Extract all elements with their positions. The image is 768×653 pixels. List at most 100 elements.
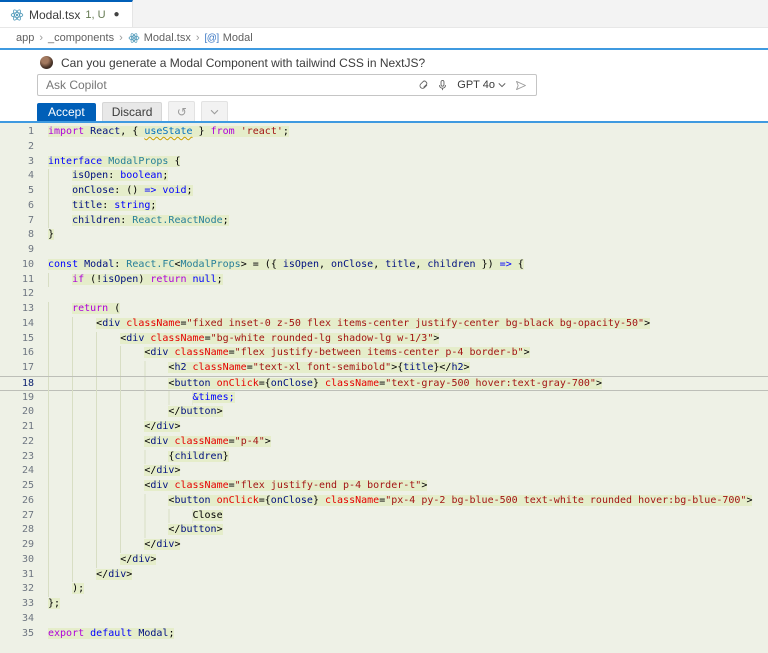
line-number[interactable]: 30: [0, 553, 34, 568]
line-number[interactable]: 29: [0, 538, 34, 553]
line-number[interactable]: 23: [0, 450, 34, 465]
line-number[interactable]: 2: [0, 140, 34, 155]
code-token: >: [174, 421, 180, 432]
line-number[interactable]: 12: [0, 287, 34, 302]
line-number[interactable]: 26: [0, 494, 34, 509]
line-number[interactable]: 3: [0, 155, 34, 170]
line-number[interactable]: 31: [0, 568, 34, 583]
modified-dot-icon[interactable]: ●: [114, 10, 120, 20]
breadcrumb-item-components[interactable]: _components: [48, 32, 114, 44]
code-line[interactable]: 17<h2 className="text-xl font-semibold">…: [0, 361, 768, 376]
code-line[interactable]: 32);: [0, 582, 768, 597]
line-number[interactable]: 14: [0, 317, 34, 332]
code-line[interactable]: 22<div className="p-4">: [0, 435, 768, 450]
code-line[interactable]: 10const Modal: React.FC<ModalProps> = ({…: [0, 258, 768, 273]
code-line[interactable]: 28</button>: [0, 523, 768, 538]
code-line[interactable]: 4isOpen: boolean;: [0, 169, 768, 184]
code-line[interactable]: 20</button>: [0, 405, 768, 420]
code-token: "p-4": [235, 436, 265, 447]
discard-button[interactable]: Discard: [102, 102, 163, 123]
line-number[interactable]: 1: [0, 125, 34, 140]
breadcrumb-item-modal-tsx[interactable]: Modal.tsx: [128, 32, 191, 44]
line-number[interactable]: 33: [0, 597, 34, 612]
code-line[interactable]: 6title: string;: [0, 199, 768, 214]
attach-icon[interactable]: [414, 76, 433, 94]
line-number[interactable]: 15: [0, 332, 34, 347]
line-number[interactable]: 24: [0, 464, 34, 479]
inserted-code-span: <div className="flex justify-between ite…: [144, 347, 529, 358]
code-line[interactable]: 19&times;: [0, 391, 768, 406]
code-line[interactable]: 27Close: [0, 509, 768, 524]
line-number[interactable]: 7: [0, 214, 34, 229]
code-line[interactable]: 23{children}: [0, 450, 768, 465]
code-token: >: [217, 406, 223, 417]
line-number[interactable]: 6: [0, 199, 34, 214]
code-area[interactable]: 1import React, { useState } from 'react'…: [0, 123, 768, 653]
code-token: title: [385, 259, 415, 270]
code-line[interactable]: 26<button onClick={onClose} className="p…: [0, 494, 768, 509]
more-actions-dropdown[interactable]: [201, 101, 228, 123]
code-line[interactable]: 5onClose: () => void;: [0, 184, 768, 199]
inserted-code-span: <div className="flex justify-end p-4 bor…: [144, 480, 427, 491]
line-number[interactable]: 13: [0, 302, 34, 317]
code-line[interactable]: 16 <div className="flex justify-between i…: [0, 346, 768, 361]
code-token: onClick: [217, 378, 259, 389]
code-line[interactable]: 25 <div className="flex justify-end p-4 b…: [0, 479, 768, 494]
code-token: >: [421, 480, 427, 491]
code-line[interactable]: 9: [0, 243, 768, 258]
send-icon[interactable]: [511, 76, 530, 94]
line-number[interactable]: 4: [0, 169, 34, 184]
line-number[interactable]: 35: [0, 627, 34, 642]
code-line[interactable]: 12: [0, 287, 768, 302]
rerun-icon[interactable]: ↺: [168, 101, 195, 123]
code-line[interactable]: 13return (: [0, 302, 768, 317]
line-number[interactable]: 20: [0, 405, 34, 420]
code-line[interactable]: 24</div>: [0, 464, 768, 479]
mic-icon[interactable]: [433, 76, 452, 94]
line-number[interactable]: 8: [0, 228, 34, 243]
breadcrumb-item-modal-symbol[interactable]: [@] Modal: [205, 32, 253, 44]
line-number[interactable]: 22: [0, 435, 34, 450]
code-line[interactable]: 3interface ModalProps {: [0, 155, 768, 170]
code-line[interactable]: 11if (!isOpen) return null;: [0, 273, 768, 288]
line-number[interactable]: 32: [0, 582, 34, 597]
code-line[interactable]: 35export default Modal;: [0, 627, 768, 642]
code-line[interactable]: 14<div className="fixed inset-0 z-50 fle…: [0, 317, 768, 332]
code-line[interactable]: 15<div className="bg-white rounded-lg sh…: [0, 332, 768, 347]
code-line[interactable]: 7 children: React.ReactNode;: [0, 214, 768, 229]
code-token: className: [174, 480, 228, 491]
code-line[interactable]: 29</div>: [0, 538, 768, 553]
code-token: isOpen: [283, 259, 319, 270]
line-number[interactable]: 34: [0, 612, 34, 627]
line-number[interactable]: 17: [0, 361, 34, 376]
model-picker[interactable]: GPT 4o: [457, 79, 506, 91]
code-line[interactable]: 8}: [0, 228, 768, 243]
line-number[interactable]: 28: [0, 523, 34, 538]
accept-button[interactable]: Accept: [37, 103, 96, 122]
user-avatar: [40, 56, 53, 69]
line-number[interactable]: 5: [0, 184, 34, 199]
line-number[interactable]: 9: [0, 243, 34, 258]
line-number[interactable]: 10: [0, 258, 34, 273]
code-line[interactable]: 31</div>: [0, 568, 768, 583]
code-line[interactable]: 34: [0, 612, 768, 627]
line-number[interactable]: 27: [0, 509, 34, 524]
inserted-code-span: children: React.ReactNode;: [72, 215, 229, 226]
breadcrumb-item-app[interactable]: app: [16, 32, 34, 44]
line-number[interactable]: 18: [0, 377, 34, 392]
line-number[interactable]: 19: [0, 391, 34, 406]
code-line[interactable]: 21</div>: [0, 420, 768, 435]
line-number[interactable]: 16: [0, 346, 34, 361]
code-line[interactable]: 18<button onClick={onClose} className="t…: [0, 376, 768, 391]
code-line[interactable]: 1import React, { useState } from 'react'…: [0, 125, 768, 140]
line-number[interactable]: 11: [0, 273, 34, 288]
copilot-input[interactable]: [38, 78, 414, 92]
code-line[interactable]: 2: [0, 140, 768, 155]
code-token: ;: [217, 274, 223, 285]
line-number[interactable]: 25: [0, 479, 34, 494]
code-line[interactable]: 30</div>: [0, 553, 768, 568]
code-token: ;: [283, 126, 289, 137]
code-line[interactable]: 33};: [0, 597, 768, 612]
tab-modal-tsx[interactable]: Modal.tsx 1, U ●: [0, 0, 133, 27]
line-number[interactable]: 21: [0, 420, 34, 435]
